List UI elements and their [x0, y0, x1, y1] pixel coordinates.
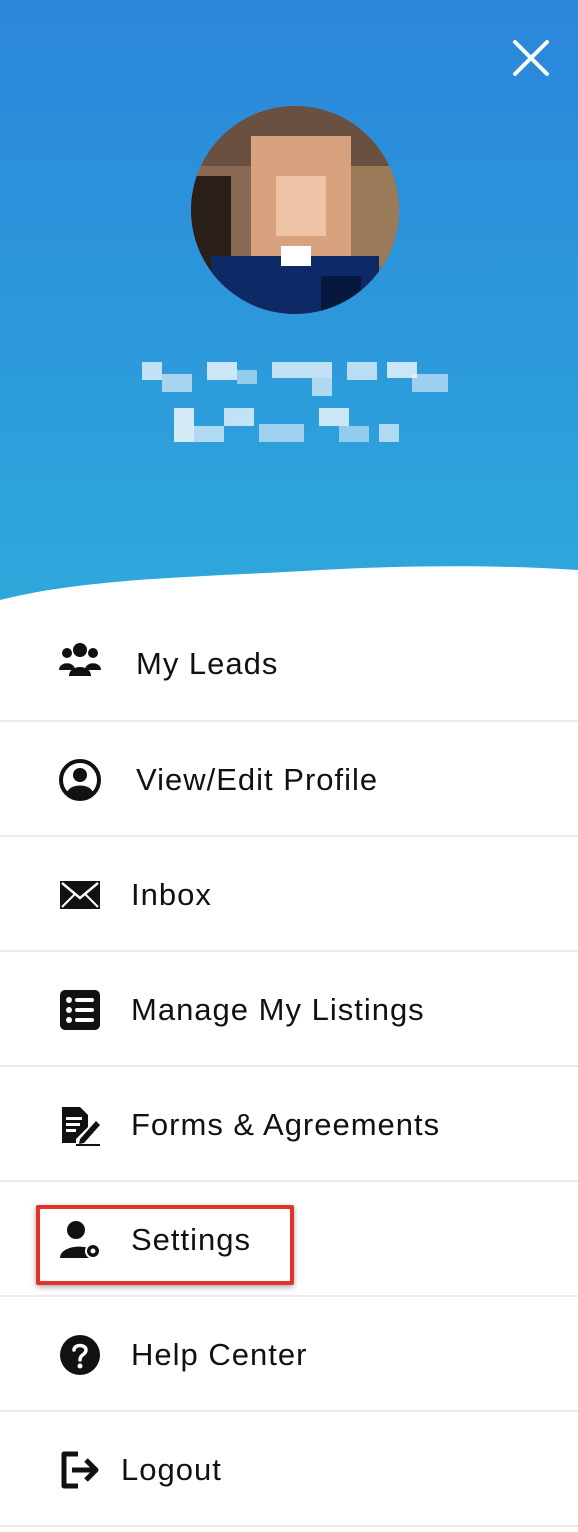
menu-item-label: Forms & Agreements	[131, 1107, 441, 1142]
list-icon	[60, 990, 100, 1030]
menu-item-label: Logout	[121, 1452, 222, 1487]
user-name-redacted	[142, 362, 448, 396]
menu-item-settings[interactable]: Settings	[0, 1182, 578, 1297]
menu-item-forms-agreements[interactable]: Forms & Agreements	[0, 1067, 578, 1182]
menu-item-view-edit-profile[interactable]: View/Edit Profile	[0, 722, 578, 837]
user-circle-icon	[59, 759, 101, 801]
menu-item-label: View/Edit Profile	[136, 762, 379, 797]
menu-item-my-leads[interactable]: My Leads	[0, 606, 578, 722]
menu-item-label: My Leads	[136, 646, 279, 681]
menu-item-manage-listings[interactable]: Manage My Listings	[0, 952, 578, 1067]
question-circle-icon	[60, 1335, 100, 1375]
document-edit-icon	[62, 1107, 100, 1146]
navigation-menu: My Leads View/Edit Profile Inbox Manage …	[0, 606, 578, 1527]
user-subtitle-redacted	[174, 408, 399, 442]
menu-item-label: Help Center	[131, 1337, 308, 1372]
menu-item-label: Inbox	[131, 877, 212, 912]
menu-item-label: Settings	[131, 1222, 252, 1257]
logout-icon	[61, 1451, 99, 1489]
users-group-icon	[59, 643, 101, 676]
menu-item-logout[interactable]: Logout	[0, 1412, 578, 1527]
close-icon	[513, 40, 549, 76]
envelope-icon	[60, 881, 100, 909]
menu-item-inbox[interactable]: Inbox	[0, 837, 578, 952]
profile-header	[0, 0, 578, 640]
header-background	[0, 0, 578, 600]
menu-item-label: Manage My Listings	[131, 992, 425, 1027]
user-avatar[interactable]	[191, 106, 399, 314]
user-gear-icon	[60, 1221, 101, 1259]
close-button[interactable]	[505, 32, 557, 84]
menu-item-help-center[interactable]: Help Center	[0, 1297, 578, 1412]
